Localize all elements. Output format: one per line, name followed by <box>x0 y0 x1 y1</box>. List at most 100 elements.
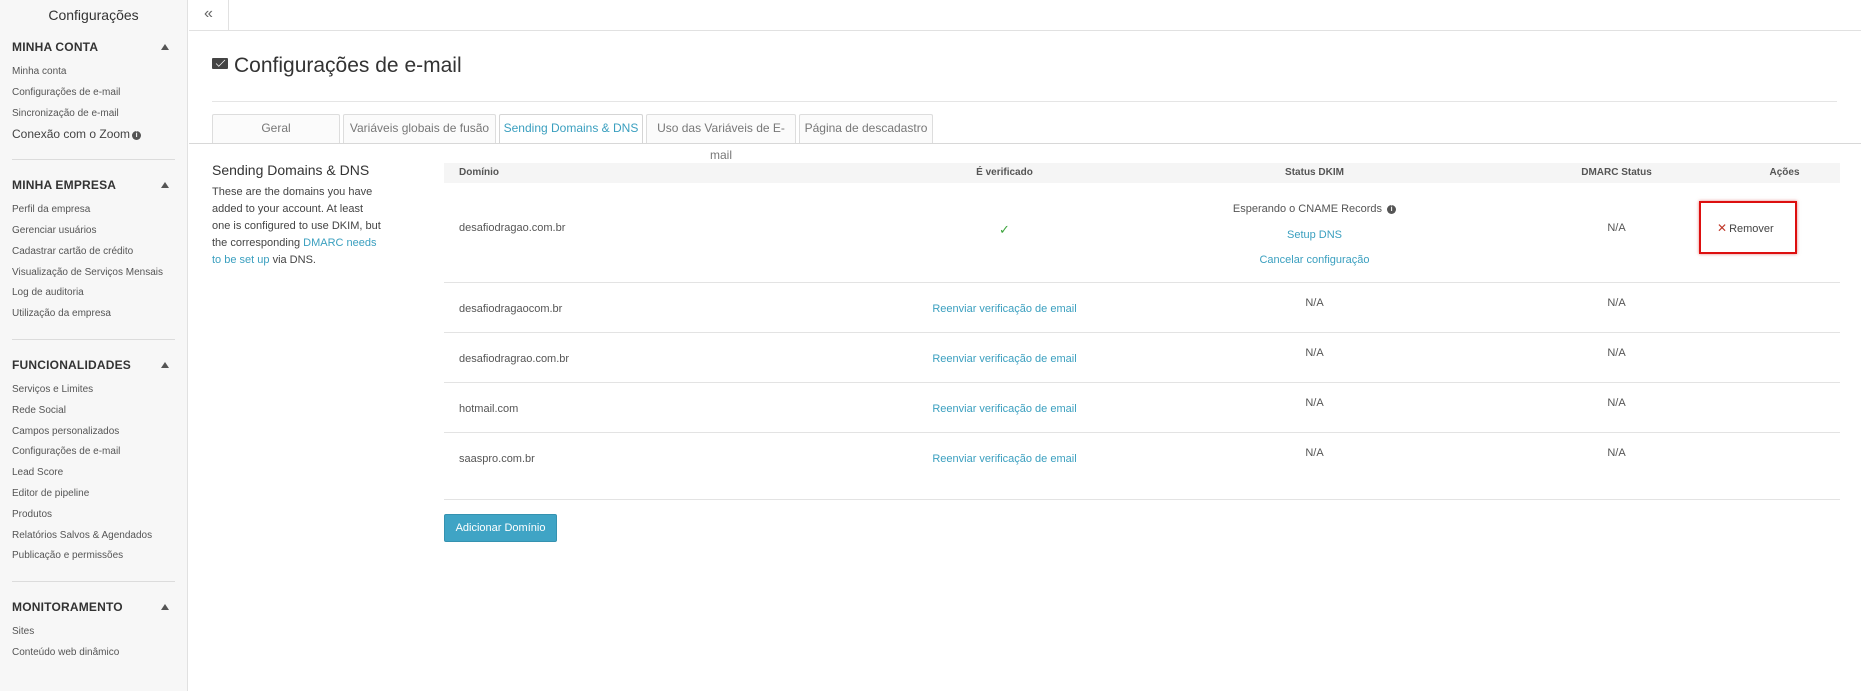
table-header-row: Domínio É verificado Status DKIM DMARC S… <box>444 163 1840 183</box>
description-text-after: via DNS. <box>272 254 316 266</box>
dkim-status-text: Esperando o CNAME Records i <box>1125 197 1504 223</box>
tab-sending-domains[interactable]: Sending Domains & DNS <box>499 114 643 144</box>
verified-cell: Reenviar verificação de email <box>884 383 1125 432</box>
sidebar-item-configuracoes-email-2[interactable]: Configurações de e-mail <box>12 442 175 463</box>
sidebar-item-cartao-credito[interactable]: Cadastrar cartão de crédito <box>12 242 175 263</box>
title-divider <box>212 101 1837 102</box>
domain-cell: desafiodragao.com.br <box>459 222 566 234</box>
actions-cell <box>1729 333 1840 382</box>
column-header-dmarc-status: DMARC Status <box>1581 167 1652 178</box>
section-header-monitoramento[interactable]: MONITORAMENTO <box>12 596 175 618</box>
verified-cell: Reenviar verificação de email <box>884 433 1125 483</box>
add-domain-button[interactable]: Adicionar Domínio <box>444 514 557 542</box>
column-header-status-dkim: Status DKIM <box>1285 167 1344 178</box>
remove-domain-button[interactable]: ✕ Remover <box>1717 221 1774 235</box>
caret-up-icon[interactable] <box>161 182 169 189</box>
dkim-status-cell: N/A <box>1305 297 1324 309</box>
verified-cell: Reenviar verificação de email <box>884 283 1125 332</box>
sidebar-item-relatorios[interactable]: Relatórios Salvos & Agendados <box>12 526 175 547</box>
sidebar-item-servicos-limites[interactable]: Serviços e Limites <box>12 380 175 401</box>
table-row: hotmail.com Reenviar verificação de emai… <box>444 383 1840 433</box>
sidebar-item-label: Conexão com o Zoom <box>12 127 131 142</box>
caret-up-icon[interactable] <box>161 604 169 611</box>
section-header-funcionalidades[interactable]: FUNCIONALIDADES <box>12 354 175 376</box>
dmarc-cell: N/A <box>1607 447 1626 459</box>
table-row: desafiodragao.com.br ✓ Esperando o CNAME… <box>444 183 1840 283</box>
sidebar-item-utilizacao-empresa[interactable]: Utilização da empresa <box>12 304 175 325</box>
cancel-configuration-link[interactable]: Cancelar configuração <box>1125 248 1504 274</box>
tab-geral[interactable]: Geral <box>212 114 340 143</box>
actions-cell <box>1729 383 1840 432</box>
dmarc-cell: N/A <box>1607 297 1626 309</box>
remove-label: Remover <box>1729 223 1774 235</box>
resend-verification-link[interactable]: Reenviar verificação de email <box>932 403 1076 415</box>
dkim-status-cell: N/A <box>1305 397 1324 409</box>
page-title: Configurações de e-mail <box>212 54 462 78</box>
caret-up-icon[interactable] <box>161 361 169 368</box>
sidebar-divider <box>12 338 175 340</box>
sidebar-item-servicos-mensais[interactable]: Visualização de Serviços Mensais <box>12 263 175 284</box>
description-title: Sending Domains & DNS <box>212 162 370 178</box>
section-header-minha-conta[interactable]: MINHA CONTA <box>12 36 175 58</box>
table-bottom-divider <box>444 499 1840 500</box>
resend-verification-link[interactable]: Reenviar verificação de email <box>932 453 1076 465</box>
sidebar-item-publicacao[interactable]: Publicação e permissões <box>12 546 175 567</box>
dkim-waiting-label: Esperando o CNAME Records <box>1232 203 1383 215</box>
sidebar-item-configuracoes-email[interactable]: Configurações de e-mail <box>12 83 175 104</box>
sidebar-divider <box>12 159 175 161</box>
column-header-verificado: É verificado <box>976 167 1033 178</box>
verified-cell: Reenviar verificação de email <box>884 333 1125 382</box>
section-header-label: FUNCIONALIDADES <box>12 357 131 372</box>
top-bar: « <box>189 0 1861 31</box>
info-icon[interactable]: i <box>1387 205 1397 214</box>
table-row: saaspro.com.br Reenviar verificação de e… <box>444 433 1840 483</box>
envelope-icon <box>212 58 228 69</box>
column-header-dominio: Domínio <box>459 167 499 178</box>
domain-cell: hotmail.com <box>459 403 519 415</box>
section-header-label: MINHA CONTA <box>12 40 99 54</box>
sidebar-title: Configurações <box>48 7 139 23</box>
table-row: desafiodragaocom.br Reenviar verificação… <box>444 283 1840 333</box>
domain-cell: desafiodragrao.com.br <box>459 353 570 365</box>
setup-dns-link[interactable]: Setup DNS <box>1125 223 1504 249</box>
tab-bar: Geral Variáveis globais de fusão Sending… <box>212 114 936 162</box>
sidebar-item-conteudo-web[interactable]: Conteúdo web dinâmico <box>12 643 175 664</box>
collapse-sidebar-icon[interactable]: « <box>189 0 229 31</box>
tab-variaveis-globais[interactable]: Variáveis globais de fusão <box>343 114 496 143</box>
tab-uso-variaveis[interactable]: Uso das Variáveis de E-mail <box>646 114 796 162</box>
dkim-status-cell: N/A <box>1305 347 1324 359</box>
sidebar-item-campos-personalizados[interactable]: Campos personalizados <box>12 422 175 443</box>
sidebar-divider <box>12 581 175 583</box>
domain-cell: saaspro.com.br <box>459 453 535 465</box>
sidebar-item-conexao-zoom[interactable]: Conexão com o Zoom i <box>12 124 175 145</box>
info-icon: i <box>132 131 142 141</box>
dmarc-cell: N/A <box>1607 397 1626 409</box>
actions-cell <box>1729 283 1840 332</box>
sidebar-item-rede-social[interactable]: Rede Social <box>12 401 175 422</box>
verified-cell: ✓ <box>884 183 1125 282</box>
settings-sidebar: Configurações MINHA CONTA Minha conta Co… <box>0 0 188 691</box>
close-icon: ✕ <box>1717 221 1728 235</box>
sidebar-item-gerenciar-usuarios[interactable]: Gerenciar usuários <box>12 221 175 242</box>
sidebar-item-lead-score[interactable]: Lead Score <box>12 463 175 484</box>
section-header-minha-empresa[interactable]: MINHA EMPRESA <box>12 174 175 196</box>
check-icon: ✓ <box>999 222 1010 237</box>
sidebar-item-produtos[interactable]: Produtos <box>12 505 175 526</box>
sidebar-item-editor-pipeline[interactable]: Editor de pipeline <box>12 484 175 505</box>
sidebar-item-sites[interactable]: Sites <box>12 622 175 643</box>
sidebar-item-minha-conta[interactable]: Minha conta <box>12 62 175 83</box>
dmarc-cell: N/A <box>1607 222 1626 234</box>
tab-pagina-descadastro[interactable]: Página de descadastro <box>799 114 933 143</box>
domain-cell: desafiodragaocom.br <box>459 303 563 315</box>
resend-verification-link[interactable]: Reenviar verificação de email <box>932 303 1076 315</box>
section-header-label: MONITORAMENTO <box>12 600 123 615</box>
domains-table: Domínio É verificado Status DKIM DMARC S… <box>444 163 1840 483</box>
dkim-status-cell: Esperando o CNAME Records i Setup DNS Ca… <box>1125 183 1504 282</box>
sidebar-item-sincronizacao-email[interactable]: Sincronização de e-mail <box>12 104 175 125</box>
resend-verification-link[interactable]: Reenviar verificação de email <box>932 353 1076 365</box>
actions-cell <box>1729 433 1840 483</box>
sidebar-item-log-auditoria[interactable]: Log de auditoria <box>12 283 175 304</box>
sidebar-item-perfil-empresa[interactable]: Perfil da empresa <box>12 200 175 221</box>
page-title-text: Configurações de e-mail <box>234 54 462 77</box>
caret-up-icon[interactable] <box>161 44 169 50</box>
